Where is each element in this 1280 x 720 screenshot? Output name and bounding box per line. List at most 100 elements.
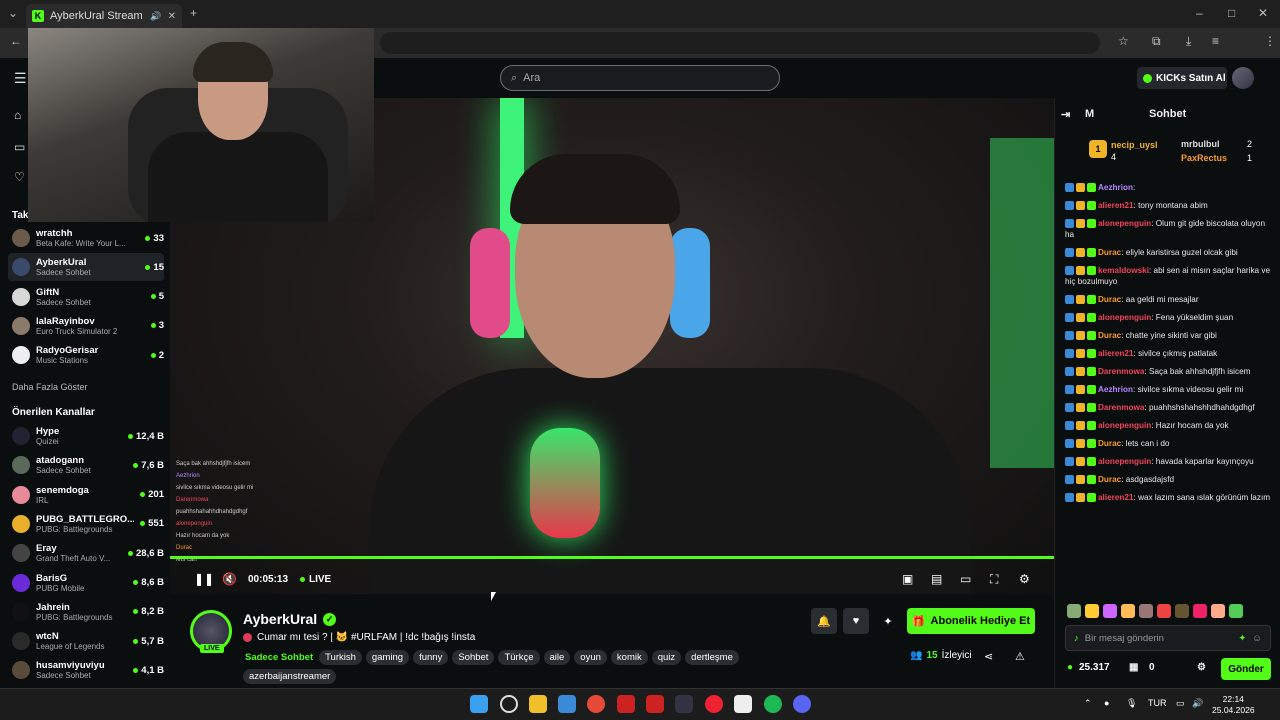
chat-username[interactable]: alieren21: [1098, 493, 1134, 502]
stream-tag[interactable]: aile: [543, 650, 571, 665]
stream-tag[interactable]: komik: [610, 650, 648, 665]
download-icon[interactable]: ⤓: [1186, 34, 1191, 49]
chat-username[interactable]: alieren21: [1098, 201, 1134, 210]
chat-username[interactable]: Durac: [1098, 331, 1121, 340]
emote-icon[interactable]: [1121, 604, 1135, 618]
emote-icon[interactable]: [1103, 604, 1117, 618]
stream-tag[interactable]: Turkish: [319, 650, 362, 665]
following-heart-icon[interactable]: ♡: [14, 170, 25, 184]
stream-tag[interactable]: Sohbet: [452, 650, 495, 665]
sidebar-channel-hype[interactable]: Hype Quizei 12,4 B: [8, 422, 164, 450]
send-button[interactable]: Gönder: [1221, 658, 1271, 680]
extensions-icon[interactable]: ⧉: [1152, 34, 1161, 49]
kicks-balance[interactable]: 25.317: [1079, 662, 1110, 673]
discord-icon[interactable]: [793, 695, 811, 713]
reading-list-icon[interactable]: ≡: [1212, 34, 1219, 48]
chat-message-input[interactable]: ♪ Bir mesaj gönderin ✦ ☺: [1065, 625, 1271, 651]
file-explorer-icon[interactable]: [529, 695, 547, 713]
stream-tag[interactable]: gaming: [365, 650, 410, 665]
chat-username[interactable]: Durac: [1098, 295, 1121, 304]
app-icon[interactable]: [646, 695, 664, 713]
chat-username[interactable]: alonepenguin: [1098, 219, 1151, 228]
leader-second-user[interactable]: mrbulbul: [1181, 139, 1220, 149]
sidebar-channel-husamviyuviyu[interactable]: husamviyuviyu Sadece Sohbet 4,1 B: [8, 656, 164, 684]
chat-username[interactable]: Aezhrion: [1098, 183, 1133, 192]
tab-audio-icon[interactable]: 🔊: [150, 11, 161, 22]
tray-app-icon[interactable]: ●: [1104, 698, 1109, 708]
emote-icon[interactable]: [1211, 604, 1225, 618]
back-icon[interactable]: ←: [10, 34, 22, 48]
collapse-chat-icon[interactable]: ⇥: [1061, 108, 1070, 121]
follow-heart-button[interactable]: ♥: [843, 608, 869, 634]
search-input[interactable]: ⌕ Ara: [500, 65, 780, 91]
gift-subscription-button[interactable]: 🎁 Abonelik Hediye Et: [907, 608, 1035, 634]
chat-username[interactable]: Durac: [1098, 439, 1121, 448]
windows-start-icon[interactable]: [470, 695, 488, 713]
tray-chevron-icon[interactable]: ⌃: [1084, 698, 1092, 709]
emote-icon[interactable]: [1067, 604, 1081, 618]
user-avatar[interactable]: [1232, 67, 1254, 89]
emoji-picker-icon[interactable]: ☺: [1252, 633, 1262, 644]
browser-tab[interactable]: K AyberkUral Stream - Watch 🔊 ✕: [26, 4, 182, 28]
sidebar-channel-lalarayinbov[interactable]: lalaRayinbov Euro Truck Simulator 2 3: [8, 312, 164, 340]
pip-icon[interactable]: ▭: [960, 572, 971, 586]
sidebar-channel-wratchh[interactable]: wratchh Beta Kafe: Write Your L... 33: [8, 224, 164, 252]
live-indicator[interactable]: LIVE: [300, 574, 331, 585]
tab-close-icon[interactable]: ✕: [168, 11, 176, 22]
theater-icon[interactable]: ▤: [931, 572, 942, 586]
stream-tag[interactable]: Türkçe: [498, 650, 540, 665]
sidebar-channel-atadogann[interactable]: atadogann Sadece Sohbet 7,6 B: [8, 451, 164, 479]
chat-mode-label[interactable]: M: [1085, 108, 1094, 120]
sidebar-channel-radyogerisar[interactable]: RadyoGerisar Music Stations 2: [8, 341, 164, 369]
chat-username[interactable]: alonepenguin: [1098, 457, 1151, 466]
chat-username[interactable]: alonepenguin: [1098, 421, 1151, 430]
emote-icon[interactable]: [1157, 604, 1171, 618]
hamburger-menu-icon[interactable]: ☰: [14, 70, 27, 87]
emote-icon[interactable]: [1085, 604, 1099, 618]
chest-icon[interactable]: ▦: [1129, 662, 1138, 673]
home-icon[interactable]: ⌂: [14, 108, 21, 122]
chat-username[interactable]: Durac: [1098, 475, 1121, 484]
system-clock[interactable]: 22:14 25.04.2026: [1212, 694, 1255, 716]
sidebar-channel-ayberkural[interactable]: AyberkUral Sadece Sohbet 15: [8, 253, 164, 282]
sidebar-channel-pubg-battlegro-[interactable]: PUBG_BATTLEGRO... PUBG: Battlegrounds 551: [8, 510, 164, 538]
chat-username[interactable]: alonepenguin: [1098, 313, 1151, 322]
chat-username[interactable]: alieren21: [1098, 349, 1134, 358]
sparkle-input-icon[interactable]: ✦: [1238, 633, 1246, 644]
chat-username[interactable]: kemaldowski: [1098, 266, 1149, 275]
search-taskbar-icon[interactable]: [500, 695, 518, 713]
spotify-icon[interactable]: [764, 695, 782, 713]
menu-icon[interactable]: ⋮: [1264, 34, 1276, 48]
sidebar-channel-wtcn[interactable]: wtcN League of Legends 5,7 B: [8, 627, 164, 655]
photos-icon[interactable]: [558, 695, 576, 713]
sparkle-button[interactable]: ✦: [875, 608, 901, 634]
buy-kicks-button[interactable]: KICKs Satın Al: [1137, 67, 1227, 89]
notion-icon[interactable]: [734, 695, 752, 713]
new-tab-button[interactable]: +: [190, 6, 197, 20]
sidebar-channel-jahrein[interactable]: Jahrein PUBG: Battlegrounds 8,2 B: [8, 598, 164, 626]
volume-icon[interactable]: 🔊: [1192, 698, 1203, 709]
emote-icon[interactable]: [1139, 604, 1153, 618]
leader-first-user[interactable]: necip_uysl: [1111, 140, 1158, 150]
emote-icon[interactable]: [1229, 604, 1243, 618]
show-more-link[interactable]: Daha Fazla Göster: [12, 382, 88, 392]
pause-icon[interactable]: ❚❚: [194, 572, 214, 586]
chat-username[interactable]: Darenmowa: [1098, 403, 1144, 412]
network-icon[interactable]: ▭: [1176, 698, 1185, 709]
tab-list-icon[interactable]: ⌄: [8, 6, 18, 20]
chrome-icon[interactable]: [587, 695, 605, 713]
chat-settings-gear-icon[interactable]: ⚙: [1197, 662, 1206, 673]
live-progress-bar[interactable]: [170, 556, 1054, 559]
maximize-button[interactable]: □: [1228, 6, 1235, 20]
browse-icon[interactable]: ▭: [14, 140, 25, 154]
clip-icon[interactable]: ▣: [902, 572, 913, 586]
sidebar-channel-eray[interactable]: Eray Grand Theft Auto V... 28,6 B: [8, 539, 164, 567]
report-warning-icon[interactable]: ⚠: [1015, 650, 1025, 663]
leader-third-user[interactable]: PaxRectus: [1181, 153, 1227, 163]
minimize-button[interactable]: –: [1196, 6, 1203, 20]
sidebar-channel-senemdoga[interactable]: senemdoga IRL 201: [8, 481, 164, 509]
chat-username[interactable]: Durac: [1098, 248, 1121, 257]
fullscreen-icon[interactable]: ⛶: [990, 572, 998, 587]
notification-bell-button[interactable]: 🔔: [811, 608, 837, 634]
mute-icon[interactable]: 🔇: [222, 572, 237, 586]
